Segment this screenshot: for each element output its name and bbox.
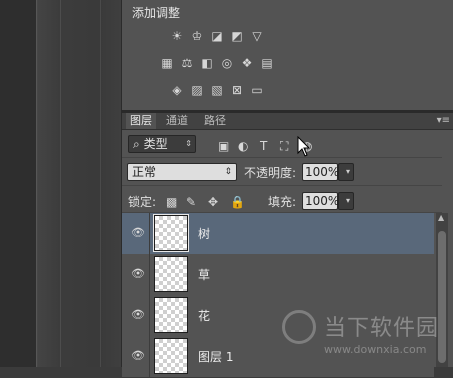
photo-filter-icon[interactable]: ◎ (219, 55, 235, 71)
watermark-url: www.downxia.com (324, 343, 427, 356)
opacity-value: 100% (305, 165, 340, 179)
selective-color-icon[interactable]: ▭ (249, 82, 265, 98)
curves-icon[interactable]: ◪ (209, 28, 225, 44)
adjustment-filter-icon[interactable]: ◐ (238, 139, 248, 153)
layer-row[interactable]: 👁 树 (122, 213, 434, 255)
chevron-down-icon: ▾ (345, 167, 350, 176)
hue-saturation-icon[interactable]: ▦ (159, 55, 175, 71)
layer-name[interactable]: 花 (198, 307, 210, 324)
lock-all-icon[interactable]: 🔒 (230, 195, 245, 209)
lock-transparency-icon[interactable]: ▩ (166, 195, 177, 209)
visibility-column-divider (149, 254, 150, 295)
adjustments-title: 添加调整 (132, 6, 181, 20)
adjustments-row: ▦ ⚖ ◧ ◎ ❖ ▤ (159, 55, 275, 71)
adjustments-row: ☀ ♔ ◪ ◩ ▽ (169, 28, 265, 44)
layer-row[interactable]: 👁 草 (122, 254, 434, 296)
eye-icon[interactable]: 👁 (131, 226, 145, 239)
invert-icon[interactable]: ◈ (169, 82, 185, 98)
lock-image-icon[interactable]: ✎ (186, 195, 196, 209)
separator (122, 157, 442, 158)
tab-channels[interactable]: 通道 (162, 113, 192, 129)
layer-name[interactable]: 草 (198, 266, 210, 283)
fill-dropdown-button[interactable]: ▾ (338, 192, 354, 210)
blend-mode-select[interactable]: 正常 ⇕ (127, 163, 237, 181)
layer-thumbnail[interactable] (154, 338, 188, 374)
adjustments-row: ◈ ▨ ▧ ⊠ ▭ (169, 82, 265, 98)
levels-icon[interactable]: ♔ (189, 28, 205, 44)
color-lookup-icon[interactable]: ▤ (259, 55, 275, 71)
panel-tab-bar: 图层 通道 路径 ▾≡ (122, 113, 453, 130)
canvas-divider (60, 0, 61, 367)
visibility-column-divider (149, 336, 150, 377)
chevron-down-icon: ▾ (345, 196, 350, 205)
tab-layers[interactable]: 图层 (126, 113, 156, 129)
canvas-divider (36, 0, 37, 367)
fill-input[interactable]: 100% (302, 192, 340, 210)
gradient-map-icon[interactable]: ⊠ (229, 82, 245, 98)
color-balance-icon[interactable]: ⚖ (179, 55, 195, 71)
layer-thumbnail[interactable] (153, 214, 189, 252)
opacity-input[interactable]: 100% (302, 163, 340, 181)
watermark-logo-icon (282, 310, 316, 344)
threshold-icon[interactable]: ▧ (209, 82, 225, 98)
watermark-title: 当下软件园 (324, 316, 440, 341)
select-arrow-icon: ⇕ (224, 167, 232, 177)
workspace-canvas-area (0, 0, 121, 367)
separator (122, 185, 442, 186)
fill-value: 100% (305, 194, 340, 208)
filter-kind-label: 类型 (143, 137, 168, 151)
layer-name[interactable]: 树 (198, 225, 210, 242)
brightness-contrast-icon[interactable]: ☀ (169, 28, 185, 44)
visibility-column-divider (149, 295, 150, 336)
layer-thumbnail[interactable] (154, 297, 188, 333)
panel-menu-icon[interactable]: ▾≡ (437, 113, 450, 129)
vibrance-icon[interactable]: ▽ (249, 28, 265, 44)
visibility-column-divider (149, 213, 150, 254)
tab-paths[interactable]: 路径 (200, 113, 230, 129)
eye-icon[interactable]: 👁 (131, 267, 145, 280)
opacity-dropdown-button[interactable]: ▾ (338, 163, 354, 181)
shape-filter-icon[interactable]: ⛶ (280, 139, 288, 154)
channel-mixer-icon[interactable]: ❖ (239, 55, 255, 71)
fill-label: 填充: (268, 195, 297, 209)
black-white-icon[interactable]: ◧ (199, 55, 215, 71)
lock-position-icon[interactable]: ✥ (208, 195, 218, 209)
select-arrow-icon: ⇕ (185, 139, 192, 148)
exposure-icon[interactable]: ◩ (229, 28, 245, 44)
search-icon: ⌕ (133, 137, 140, 151)
posterize-icon[interactable]: ▨ (189, 82, 205, 98)
eye-icon[interactable]: 👁 (131, 349, 145, 362)
mouse-cursor-icon (297, 136, 311, 157)
watermark: 当下软件园 www.downxia.com (276, 308, 453, 367)
opacity-label: 不透明度: (244, 166, 297, 180)
eye-icon[interactable]: 👁 (131, 308, 145, 321)
adjustments-panel: 添加调整 ☀ ♔ ◪ ◩ ▽ ▦ ⚖ ◧ ◎ ❖ ▤ ◈ ▨ ▧ ⊠ ▭ (121, 0, 453, 110)
blend-mode-value: 正常 (132, 165, 157, 179)
scroll-up-icon[interactable]: ▲ (438, 213, 444, 222)
canvas-divider (100, 0, 101, 367)
lock-label: 锁定: (128, 195, 157, 209)
filter-kind-select[interactable]: ⌕ 类型 ⇕ (128, 135, 196, 153)
type-filter-icon[interactable]: T (260, 139, 267, 153)
layer-thumbnail[interactable] (154, 256, 188, 292)
pixel-filter-icon[interactable]: ▣ (218, 139, 229, 153)
layer-name[interactable]: 图层 1 (198, 348, 233, 365)
